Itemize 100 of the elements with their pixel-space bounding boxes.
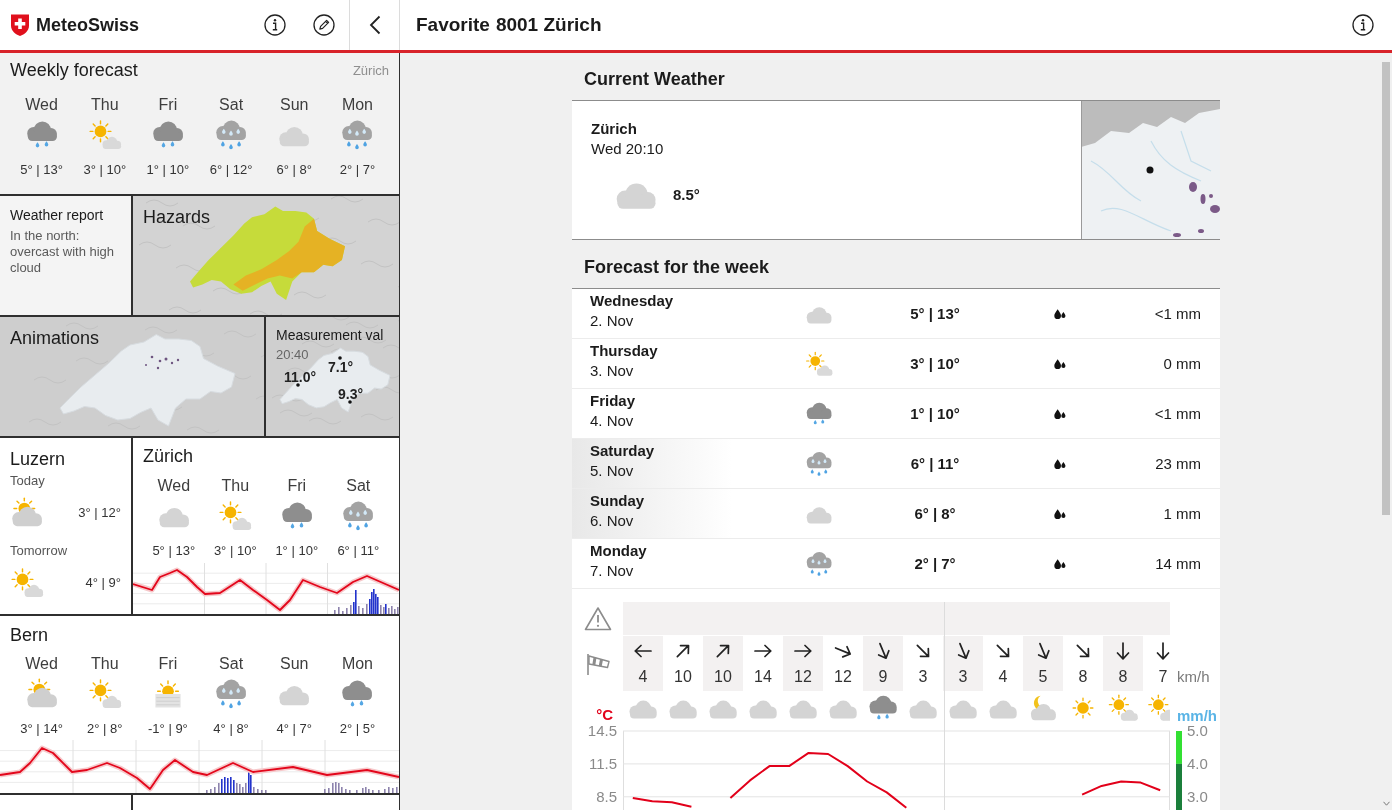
day-name: Friday	[590, 391, 635, 411]
raindrops-icon	[1054, 307, 1066, 320]
axis-label: 8.5	[596, 787, 617, 805]
temperature-range: 6° | 11°	[337, 542, 380, 560]
day-label: Thu	[90, 95, 119, 115]
wind-speed: 3	[918, 668, 928, 686]
temperature-range: 3° | 10°	[213, 542, 257, 560]
wind-arrow-icon	[674, 642, 692, 660]
day-label: Sun	[280, 95, 309, 115]
tile-title: Luzern	[10, 449, 66, 469]
date: 2. Nov	[590, 311, 634, 331]
sun-cloud-icon	[9, 566, 45, 600]
station-map[interactable]	[266, 317, 399, 436]
wind-arrow-icon	[714, 642, 732, 660]
tile-title: Hazards	[143, 207, 211, 227]
axis-title: mm/h	[1177, 707, 1217, 725]
wind-speed: 8	[1118, 668, 1128, 686]
day-label: Thu	[90, 654, 119, 674]
info-icon	[264, 14, 286, 36]
weekly-forecast-tile[interactable]: Weekly forecast Zürich Wed 5° | 13° Thu 3° | 10° Fri 1° | 10° Sat 6° | 12° Sun 6° | 8° Mon 2° | 7°	[0, 53, 399, 194]
wind-speed: 10	[714, 668, 732, 686]
sun-cloud-icon	[86, 677, 123, 711]
chevron-left-icon	[368, 15, 381, 35]
temperature-range: 4° | 8°	[213, 720, 249, 738]
sun-cloud-icon	[804, 350, 834, 377]
precipitation-amount: 1 mm	[1163, 505, 1201, 522]
wind-arrow-icon	[914, 642, 932, 660]
day-label: Fri	[158, 95, 178, 115]
wind-speed: 4	[638, 668, 648, 686]
wind-arrow-icon	[1154, 642, 1170, 660]
day-label: Wed	[25, 654, 58, 674]
temperature-range: 1° | 10°	[146, 161, 190, 179]
forecast-row[interactable]: Sunday 6. Nov 6° | 8° 1 mm	[572, 489, 1220, 539]
rain-cloud-icon	[866, 694, 900, 722]
wind-arrow-icon	[634, 642, 652, 660]
section-title: Current Weather	[584, 68, 725, 91]
wind-arrow-icon	[794, 642, 812, 660]
page-title: Favorite	[416, 14, 490, 36]
temperature-range: 2° | 8°	[87, 720, 123, 738]
wind-speed: 12	[794, 668, 812, 686]
day-name: Thursday	[590, 341, 658, 361]
radar-map[interactable]	[1081, 101, 1220, 239]
scrollbar-thumb[interactable]	[1382, 62, 1390, 515]
logo-icon	[10, 13, 30, 37]
day-label: Sat	[346, 476, 371, 496]
axis-label: 11.5	[588, 754, 617, 772]
sun-cloud-icon	[217, 499, 254, 533]
tile-title: Animations	[10, 328, 100, 348]
temperature-range: 4° | 9°	[85, 574, 121, 592]
raindrops-icon	[1054, 507, 1066, 520]
report-text: In the north: overcast with high cloud	[10, 228, 116, 276]
tile-title: Measurement val	[276, 326, 384, 344]
day-label: Fri	[158, 654, 178, 674]
wind-speed: 9	[878, 668, 888, 686]
temperature-range: 3° | 10°	[83, 161, 127, 179]
unit-label: km/h	[1177, 668, 1210, 686]
day-label: Fri	[287, 476, 307, 496]
day-label: Sun	[280, 654, 309, 674]
wind-speed: 12	[834, 668, 852, 686]
temperature-range: 2° | 7°	[339, 161, 376, 179]
temperature-range: -1° | 9°	[148, 720, 188, 738]
weather-report-tile[interactable]: Weather report In the north: overcast with high cloud	[0, 196, 131, 315]
measurement-time: 20:40	[276, 347, 309, 363]
chevron-down-icon[interactable]	[1383, 801, 1390, 806]
day-label: Mon	[341, 654, 373, 674]
wind-speed: 3	[958, 668, 968, 686]
day-name: Monday	[590, 541, 647, 561]
tile-title: Zürich	[143, 446, 193, 466]
temperature-range: 3° | 10°	[910, 355, 960, 372]
temperature-range: 5° | 13°	[910, 305, 960, 322]
location-label: Zürich	[352, 62, 389, 78]
windsock-icon	[584, 651, 611, 676]
day-label: Sat	[219, 95, 244, 115]
date: 6. Nov	[590, 511, 634, 531]
rain-cloud-icon	[804, 400, 834, 427]
sun-cloud-icon	[1146, 694, 1170, 722]
temperature-reading: 11.0°	[284, 369, 317, 385]
axis-label: 14.5	[587, 725, 617, 739]
precipitation-amount: 0 mm	[1163, 355, 1201, 372]
wind-speed: 14	[754, 668, 772, 686]
wind-arrow-icon	[1074, 642, 1092, 660]
forecast-row[interactable]: Saturday 5. Nov 6° | 11° 23 mm	[572, 439, 1220, 489]
raindrops-icon	[1054, 407, 1066, 420]
day-label: Mon	[341, 95, 373, 115]
day-label: Sat	[219, 654, 244, 674]
temperature-range: 5° | 13°	[20, 161, 63, 179]
temperature-reading: 9.3°	[338, 386, 364, 402]
sun-cloud-icon	[1106, 694, 1140, 722]
temperature-range: 6° | 11°	[910, 455, 960, 472]
temperature-range: 3° | 12°	[78, 504, 121, 522]
period-label: Today	[10, 473, 45, 489]
info-icon	[1352, 14, 1374, 36]
wind-speed: 7	[1158, 668, 1168, 686]
location-tile[interactable]: Luzern Today 3° | 12° Tomorrow 4° | 9°	[0, 438, 131, 614]
raindrops-icon	[1054, 357, 1066, 370]
date: 3. Nov	[590, 361, 634, 381]
period-label: Tomorrow	[10, 543, 68, 559]
temperature-range: 1° | 10°	[275, 542, 319, 560]
observation-time: Wed 20:10	[591, 139, 664, 159]
date: 7. Nov	[590, 561, 634, 581]
